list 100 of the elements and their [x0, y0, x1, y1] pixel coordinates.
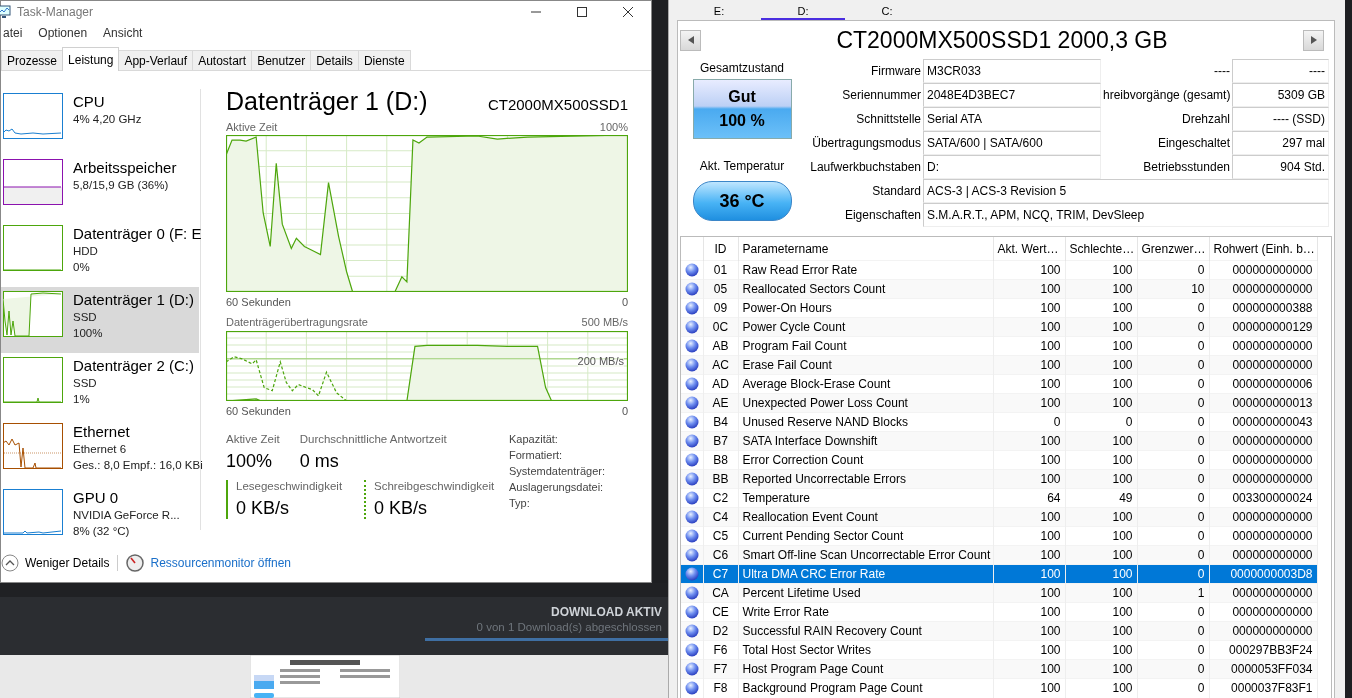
table-row[interactable]: F8 Background Program Page Count 100 100 0 0000037F83F1 [681, 678, 1317, 698]
column-header[interactable]: Schlechte… [1065, 237, 1137, 261]
health-status: Gut 100 % [692, 79, 792, 139]
table-cell: 100 [1065, 545, 1137, 565]
table-cell: 000000000000 [1209, 279, 1317, 299]
status-dot [685, 377, 699, 391]
device-item[interactable]: Arbeitsspeicher 5,8/15,9 GB (36%) [1, 155, 199, 221]
property-label: Formatiert: [509, 449, 564, 461]
table-cell: 000000000000 [1209, 507, 1317, 527]
graph-label: Datenträgerübertragungsrate [226, 316, 368, 330]
field-label: Betriebsstunden [1142, 160, 1230, 174]
menu-item[interactable]: Ansicht [101, 26, 151, 40]
temperature-value: 36 °C [692, 181, 792, 221]
status-dot [685, 396, 699, 410]
column-header[interactable]: Parametername [738, 237, 993, 261]
device-item[interactable]: Datenträger 1 (D:) SSD 100% [1, 287, 199, 353]
tab[interactable]: Autostart [192, 50, 253, 70]
device-item[interactable]: Datenträger 0 (F: E HDD 0% [1, 221, 199, 287]
maximize-icon [577, 6, 587, 17]
column-header[interactable]: Grenzwer… [1137, 237, 1209, 261]
gauge-icon [126, 554, 145, 572]
table-cell: 0 [1137, 545, 1209, 565]
column-header[interactable]: Akt. Wert… [993, 237, 1065, 261]
window-title: Task-Manager [17, 4, 95, 19]
table-cell: B7 [703, 431, 738, 451]
table-row[interactable]: AE Unexpected Power Loss Count 100 100 0 000000000013 [681, 393, 1317, 413]
status-dot [685, 624, 699, 638]
field-label: Eingeschaltet [1156, 136, 1230, 150]
status-dot [685, 491, 699, 505]
next-button[interactable] [1303, 29, 1324, 51]
field-label: Schnittstelle [855, 112, 921, 126]
table-row[interactable]: F7 Host Program Page Count 100 100 0 0000053FF034 [681, 659, 1317, 679]
close-icon [623, 6, 633, 17]
table-cell: 100 [1065, 469, 1137, 489]
table-cell: 100 [1065, 279, 1137, 299]
table-row[interactable]: C7 Ultra DMA CRC Error Rate 100 100 0 0000000003D8 [681, 564, 1317, 584]
table-row[interactable]: 05 Reallocated Sectors Count 100 100 10 000000000000 [681, 279, 1317, 299]
table-cell: BB [703, 469, 738, 489]
usage-graph [3, 291, 63, 337]
drive-tab[interactable]: C: [845, 0, 929, 20]
tab[interactable]: App-Verlauf [118, 50, 194, 70]
table-row[interactable]: CA Percent Lifetime Used 100 100 1 000000000000 [681, 583, 1317, 603]
table-row[interactable]: B7 SATA Interface Downshift 100 100 0 000000000000 [681, 431, 1317, 451]
disk-model: CT2000MX500SSD1 [487, 96, 628, 113]
table-row[interactable]: 0C Power Cycle Count 100 100 0 000000000129 [681, 317, 1317, 337]
table-cell: 0000000003D8 [1209, 564, 1317, 584]
tab[interactable]: Dienste [357, 50, 411, 70]
speed-value: 0 KB/s [374, 498, 429, 519]
table-cell: 0000037F83F1 [1209, 678, 1317, 698]
drive-tab[interactable]: E: [677, 0, 761, 20]
table-cell: 100 [1065, 355, 1137, 375]
table-row[interactable]: BB Reported Uncorrectable Errors 100 100 0 000000000000 [681, 469, 1317, 489]
right-arrow-icon [1308, 35, 1319, 45]
table-cell: 100 [993, 583, 1065, 603]
usage-graph [3, 423, 63, 469]
table-cell: 000000000000 [1209, 545, 1317, 565]
table-row[interactable]: C4 Reallocation Event Count 100 100 0 000000000000 [681, 507, 1317, 527]
menu-item[interactable]: Optionen [36, 26, 96, 40]
column-header[interactable]: ID [703, 237, 738, 261]
table-cell: 100 [993, 469, 1065, 489]
status-dot [685, 415, 699, 429]
resource-monitor-link[interactable]: Ressourcenmonitor öffnen [150, 556, 291, 570]
table-cell: 0 [1137, 431, 1209, 451]
table-cell: Unexpected Power Loss Count [738, 393, 993, 413]
table-cell: 10 [1137, 279, 1209, 299]
device-item[interactable]: GPU 0 NVIDIA GeForce R... 8% (32 °C) [1, 485, 199, 551]
table-row[interactable]: D2 Successful RAIN Recovery Count 100 100 0 000000000000 [681, 621, 1317, 641]
table-cell: 100 [1065, 507, 1137, 527]
table-row[interactable]: AC Erase Fail Count 100 100 0 000000000000 [681, 355, 1317, 375]
previous-button[interactable] [680, 29, 701, 51]
stat-value: 0 ms [299, 451, 340, 472]
fewer-details-button[interactable]: Weniger Details [1, 554, 110, 572]
field-label: hreibvorgänge (gesamt) [1103, 88, 1230, 102]
table-cell: 000000000000 [1209, 583, 1317, 603]
tab[interactable]: Benutzer [251, 50, 312, 70]
table-cell: CA [703, 583, 738, 603]
tab[interactable]: Prozesse [1, 50, 64, 70]
device-item[interactable]: CPU 4% 4,20 GHz [1, 89, 199, 155]
field-value: ---- [1232, 59, 1329, 83]
table-row[interactable]: C6 Smart Off-line Scan Uncorrectable Error Count 100 100 0 000000000000 [681, 545, 1317, 565]
temperature-label: Akt. Temperatur [699, 159, 785, 175]
tab[interactable]: Details [310, 50, 359, 70]
usage-graph [3, 357, 63, 403]
table-cell: 0 [1137, 507, 1209, 527]
field-value: ---- (SSD) [1232, 107, 1329, 131]
table-cell: Reallocation Event Count [738, 507, 993, 527]
table-cell: Reallocated Sectors Count [738, 279, 993, 299]
table-cell: 100 [993, 431, 1065, 451]
field-label: Laufwerkbuchstaben [809, 160, 921, 174]
disk-title: Datenträger 1 (D:) [226, 87, 428, 116]
health-label: Gesamtzustand [699, 61, 784, 77]
table-cell: C6 [703, 545, 738, 565]
device-item[interactable]: Datenträger 2 (C:) SSD 1% [1, 353, 199, 419]
table-cell: 000000000000 [1209, 469, 1317, 489]
graph-max-label: 500 MB/s [581, 316, 628, 330]
tab[interactable]: Leistung [62, 47, 120, 71]
menu-item[interactable]: atei [1, 26, 31, 40]
column-header[interactable]: Rohwert (Einh. b… [1209, 237, 1317, 261]
table-cell: 0 [1137, 678, 1209, 698]
table-cell: F7 [703, 659, 738, 679]
